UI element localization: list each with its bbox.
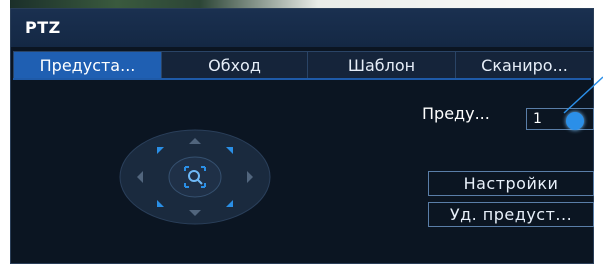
window-title: PTZ xyxy=(25,18,61,37)
preset-label: Преду... xyxy=(422,104,490,123)
tab-tour[interactable]: Обход xyxy=(161,51,307,78)
ptz-direction-pad-icon[interactable] xyxy=(119,129,272,225)
tab-presets[interactable]: Предуста... xyxy=(13,51,161,78)
tab-label: Обход xyxy=(208,56,261,75)
video-preview-strip xyxy=(10,0,603,8)
tab-pattern[interactable]: Шаблон xyxy=(307,51,455,78)
tab-label: Шаблон xyxy=(347,56,416,75)
settings-button[interactable]: Настройки xyxy=(428,171,594,196)
title-bar: PTZ xyxy=(11,9,593,47)
tab-bar: Предуста... Обход Шаблон Сканиро... xyxy=(13,51,593,80)
screenshot-frame: PTZ Предуста... Обход Шаблон Сканиро... xyxy=(0,0,603,271)
tab-scan[interactable]: Сканиро... xyxy=(455,51,593,78)
tab-label: Предуста... xyxy=(39,56,136,75)
delete-preset-button[interactable]: Уд. предуст... xyxy=(428,202,594,227)
tab-label: Сканиро... xyxy=(481,56,568,75)
annotation-pointer-line xyxy=(563,76,603,114)
ptz-window: PTZ Предуста... Обход Шаблон Сканиро... xyxy=(10,8,594,264)
